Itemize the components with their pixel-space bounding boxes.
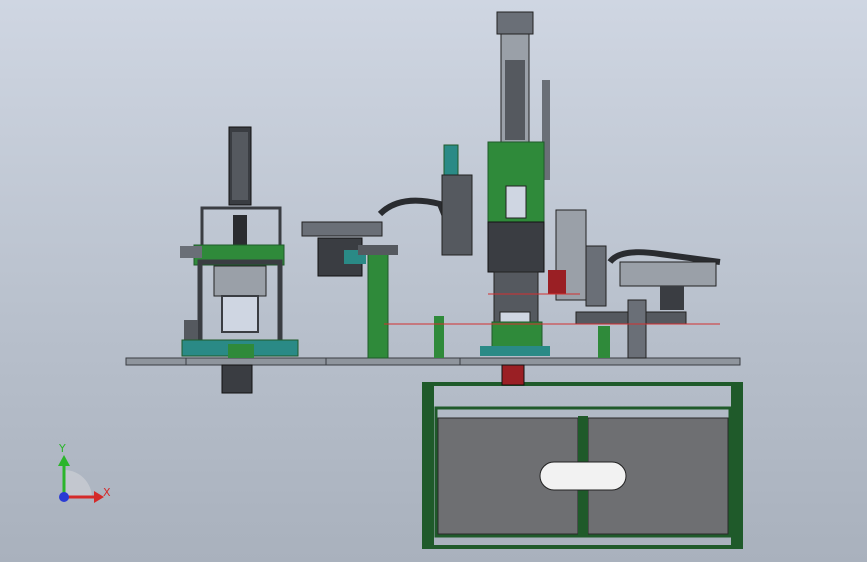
right-post-b xyxy=(627,299,647,359)
right-mid-column xyxy=(585,245,607,307)
x-axis-label: X xyxy=(103,486,111,499)
arm-support-post xyxy=(367,251,389,359)
cad-viewport[interactable]: Y X xyxy=(0,0,867,562)
right-motor xyxy=(660,286,684,310)
cabinet-handle-slot xyxy=(539,461,627,491)
center-head-window xyxy=(505,185,527,219)
cabinet-right-leg xyxy=(731,384,741,547)
right-station xyxy=(548,209,721,359)
base-cabinet xyxy=(422,382,743,549)
left-window xyxy=(221,295,259,333)
assembly-drawing xyxy=(58,11,743,549)
cable-chain-left xyxy=(377,197,451,226)
left-rod-guide xyxy=(233,215,247,245)
coordinate-triad xyxy=(58,455,104,503)
center-press-station xyxy=(480,11,550,386)
center-cylinder-rod xyxy=(505,60,525,140)
left-motor-under xyxy=(221,364,253,394)
left-side-clamp xyxy=(184,320,198,340)
y-axis-arrow xyxy=(58,455,70,466)
left-press-station xyxy=(180,126,299,394)
left-base-green xyxy=(228,344,254,358)
right-rail-housing xyxy=(619,261,717,287)
vertical-slide-carriage xyxy=(441,174,473,256)
arm-support-cap xyxy=(358,245,398,255)
left-die-block xyxy=(213,265,267,297)
transfer-arm-left xyxy=(301,144,473,359)
arm-rail xyxy=(301,221,383,237)
cabinet-left-leg xyxy=(424,384,434,547)
center-motor-under xyxy=(501,364,525,386)
y-axis-label: Y xyxy=(59,442,66,455)
center-top-cap xyxy=(496,11,534,35)
table-top xyxy=(125,357,741,366)
table-plate xyxy=(125,357,741,366)
center-tooling xyxy=(487,221,545,273)
left-cylinder-body xyxy=(232,132,248,200)
left-side-arm xyxy=(180,246,202,258)
center-lower-bracket xyxy=(491,321,543,349)
cable-chain-right xyxy=(607,249,721,265)
z-axis-dot xyxy=(59,492,69,502)
right-post-a xyxy=(598,326,610,358)
sensor-post xyxy=(434,316,444,358)
right-red-block xyxy=(548,270,566,294)
center-base-foot xyxy=(480,346,550,356)
triad-plane xyxy=(64,470,92,497)
